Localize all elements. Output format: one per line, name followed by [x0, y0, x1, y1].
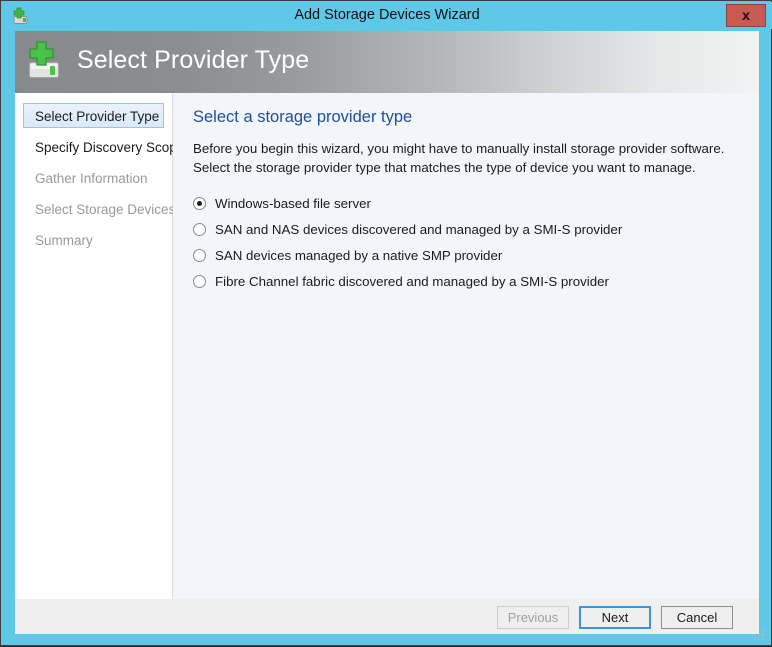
sidebar-item-summary: Summary	[23, 227, 164, 252]
content-heading: Select a storage provider type	[193, 108, 739, 127]
title-bar: Add Storage Devices Wizard x	[2, 2, 772, 29]
radio-mark-icon	[193, 275, 206, 288]
sidebar-item-specify-discovery-scope[interactable]: Specify Discovery Scope	[23, 134, 164, 159]
radio-option-label: Fibre Channel fabric discovered and mana…	[215, 274, 609, 289]
radio-option-san-native-smp[interactable]: SAN devices managed by a native SMP prov…	[193, 245, 739, 265]
sidebar-item-gather-information: Gather Information	[23, 165, 164, 190]
page-title: Select Provider Type	[77, 46, 309, 75]
sidebar-item-label: Specify Discovery Scope	[35, 140, 184, 155]
close-button-label: x	[727, 5, 765, 26]
radio-mark-icon	[193, 223, 206, 236]
wizard-header: Select Provider Type	[15, 31, 759, 93]
sidebar-item-label: Summary	[35, 233, 93, 248]
radio-mark-icon	[193, 249, 206, 262]
sidebar-item-label: Select Provider Type	[35, 109, 159, 124]
wizard-footer: Previous Next Cancel	[15, 599, 759, 634]
content-panel: Select a storage provider type Before yo…	[173, 93, 759, 599]
wizard-step-list: Select Provider Type Specify Discovery S…	[15, 93, 173, 599]
sidebar-item-select-provider-type[interactable]: Select Provider Type	[23, 103, 164, 128]
resize-grip-icon[interactable]	[753, 629, 766, 642]
radio-option-windows-based-file-server[interactable]: Windows-based file server	[193, 193, 739, 213]
radio-option-label: SAN and NAS devices discovered and manag…	[215, 222, 622, 237]
radio-mark-icon	[193, 197, 206, 210]
radio-option-fibre-channel-smis[interactable]: Fibre Channel fabric discovered and mana…	[193, 271, 739, 291]
cancel-button[interactable]: Cancel	[661, 606, 733, 629]
close-icon[interactable]: x	[726, 4, 766, 27]
radio-option-san-and-nas-smis[interactable]: SAN and NAS devices discovered and manag…	[193, 219, 739, 239]
wizard-window: Add Storage Devices Wizard x Select Prov…	[0, 0, 772, 646]
radio-option-label: Windows-based file server	[215, 196, 371, 211]
content-description: Before you begin this wizard, you might …	[193, 139, 738, 177]
sidebar-item-select-storage-devices: Select Storage Devices	[23, 196, 164, 221]
next-button[interactable]: Next	[579, 606, 651, 629]
wizard-body: Select Provider Type Specify Discovery S…	[15, 93, 759, 599]
sidebar-item-label: Select Storage Devices	[35, 202, 175, 217]
window-title: Add Storage Devices Wizard	[2, 2, 772, 29]
sidebar-item-label: Gather Information	[35, 171, 148, 186]
previous-button: Previous	[497, 606, 569, 629]
add-storage-device-icon	[23, 38, 71, 86]
radio-option-label: SAN devices managed by a native SMP prov…	[215, 248, 502, 263]
